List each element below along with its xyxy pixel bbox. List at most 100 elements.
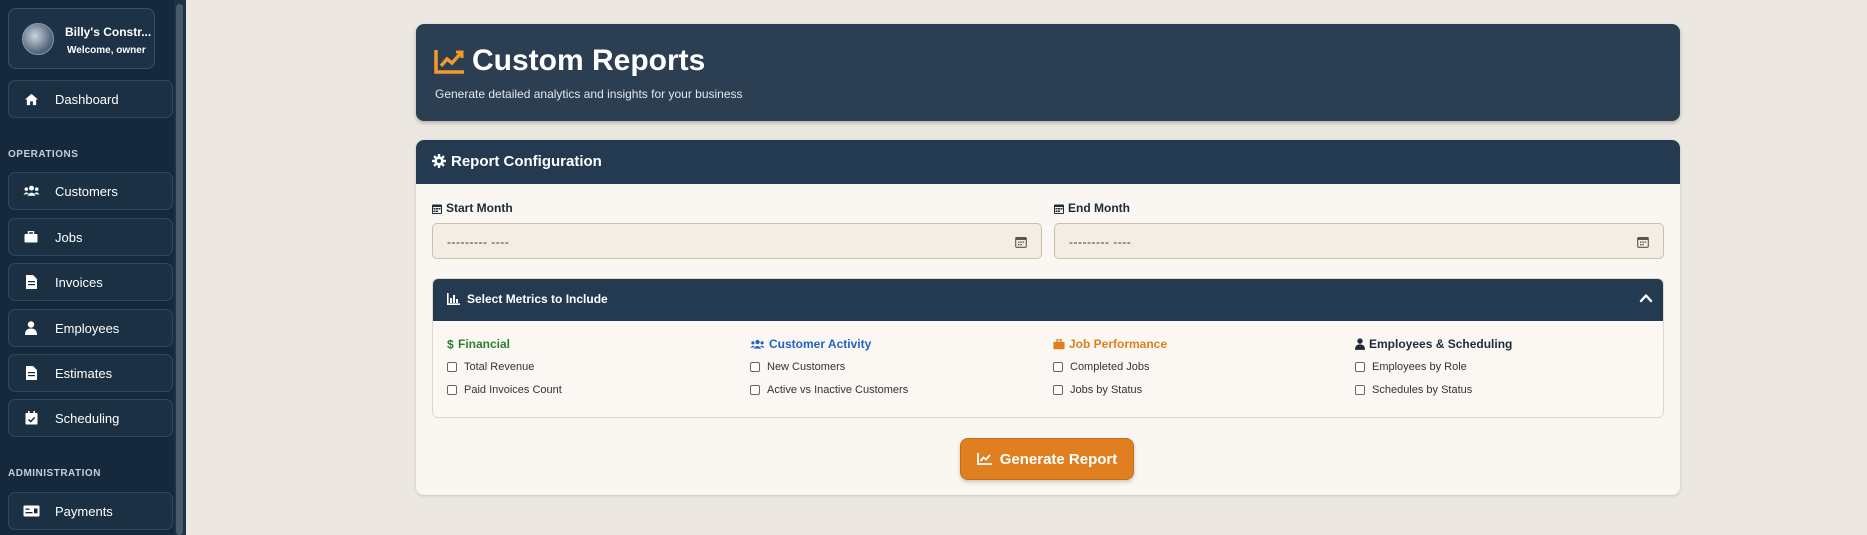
chevron-up-icon[interactable] — [1639, 291, 1653, 310]
metric-option-label: Jobs by Status — [1070, 384, 1143, 396]
metric-option-label: Active vs Inactive Customers — [767, 384, 909, 396]
metric-group-job-performance: Job Performance Completed Jobs Jobs by S… — [1053, 336, 1167, 398]
metric-option-label: Paid Invoices Count — [464, 384, 562, 396]
start-month-label: Start Month — [432, 201, 513, 215]
metric-option-new-customers[interactable]: New Customers — [750, 359, 908, 375]
calendar-icon — [1054, 203, 1064, 214]
home-icon — [21, 93, 41, 106]
metric-group-title-text: Customer Activity — [769, 337, 872, 351]
svg-text:$: $ — [447, 338, 454, 350]
sidebar-item-customers[interactable]: Customers — [8, 172, 173, 210]
start-month-value: --------- ---- — [447, 235, 510, 249]
metric-group-financial: $ Financial Total Revenue Paid Invoices … — [447, 336, 562, 398]
metric-option-completed-jobs[interactable]: Completed Jobs — [1053, 359, 1167, 375]
checkbox[interactable] — [1355, 385, 1365, 395]
metric-option-jobs-by-status[interactable]: Jobs by Status — [1053, 382, 1167, 398]
sidebar-item-label: Payments — [55, 503, 113, 519]
bar-chart-icon — [447, 292, 460, 310]
calendar-check-icon — [21, 411, 41, 425]
metric-option-total-revenue[interactable]: Total Revenue — [447, 359, 562, 375]
metric-option-label: Employees by Role — [1372, 361, 1467, 373]
calendar-icon — [432, 203, 442, 214]
metric-group-employees-scheduling: Employees & Scheduling Employees by Role… — [1355, 336, 1512, 398]
sidebar-item-label: Estimates — [55, 365, 113, 381]
calendar-picker-icon[interactable] — [1015, 235, 1027, 253]
checkbox[interactable] — [1053, 385, 1063, 395]
sidebar-item-label: Invoices — [55, 274, 103, 290]
metric-group-title-text: Job Performance — [1069, 337, 1168, 351]
sidebar-item-label: Dashboard — [55, 91, 119, 107]
user-tie-icon — [1355, 338, 1365, 350]
sidebar-scroll-thumb[interactable] — [176, 4, 183, 535]
sidebar-item-employees[interactable]: Employees — [8, 309, 173, 347]
start-month-input[interactable]: --------- ---- — [432, 223, 1042, 259]
metric-group-title: Employees & Scheduling — [1355, 336, 1512, 352]
line-chart-icon — [976, 453, 992, 465]
end-month-input[interactable]: --------- ---- — [1054, 223, 1664, 259]
metrics-panel-title: Select Metrics to Include — [467, 292, 608, 306]
user-tie-icon — [21, 321, 41, 335]
metric-group-title-text: Employees & Scheduling — [1369, 337, 1513, 351]
generate-report-button[interactable]: Generate Report — [960, 438, 1134, 480]
metric-option-label: Schedules by Status — [1372, 384, 1473, 396]
checkbox[interactable] — [447, 362, 457, 372]
metrics-panel: Select Metrics to Include $ Financial To… — [432, 278, 1664, 418]
start-month-label-text: Start Month — [446, 201, 513, 215]
sidebar-item-label: Scheduling — [55, 410, 120, 426]
metric-group-title: $ Financial — [447, 336, 562, 352]
metric-option-active-vs-inactive[interactable]: Active vs Inactive Customers — [750, 382, 908, 398]
generate-report-label: Generate Report — [999, 450, 1118, 468]
money-check-icon — [21, 505, 41, 517]
metric-option-paid-invoices-count[interactable]: Paid Invoices Count — [447, 382, 562, 398]
section-operations: OPERATIONS — [8, 149, 79, 160]
report-configuration-card: Report Configuration Start Month -------… — [416, 140, 1680, 495]
metric-group-customer-activity: Customer Activity New Customers Active v… — [750, 336, 908, 398]
checkbox[interactable] — [750, 362, 760, 372]
sidebar-item-invoices[interactable]: Invoices — [8, 263, 173, 301]
invoice-icon — [21, 275, 41, 289]
sidebar-item-jobs[interactable]: Jobs — [8, 218, 173, 256]
section-administration: ADMINISTRATION — [8, 468, 101, 479]
page-header: Custom Reports Generate detailed analyti… — [416, 24, 1680, 121]
company-name: Billy's Constr... — [65, 25, 152, 39]
dollar-icon: $ — [447, 338, 454, 350]
sidebar-item-estimates[interactable]: Estimates — [8, 354, 173, 392]
sidebar: Billy's Constr... Welcome, owner Dashboa… — [0, 0, 186, 535]
end-month-label-text: End Month — [1068, 201, 1130, 215]
gear-icon — [432, 154, 446, 173]
checkbox[interactable] — [447, 385, 457, 395]
metric-group-title: Job Performance — [1053, 336, 1167, 352]
metrics-panel-header[interactable]: Select Metrics to Include — [433, 279, 1663, 321]
document-icon — [21, 366, 41, 380]
sidebar-item-label: Employees — [55, 320, 120, 336]
sidebar-item-scheduling[interactable]: Scheduling — [8, 399, 173, 437]
sidebar-item-dashboard[interactable]: Dashboard — [8, 80, 173, 118]
report-configuration-title: Report Configuration — [451, 153, 602, 170]
company-logo — [22, 23, 54, 55]
metric-option-schedules-by-status[interactable]: Schedules by Status — [1355, 382, 1512, 398]
page-subtitle: Generate detailed analytics and insights… — [435, 87, 743, 101]
brand-card[interactable]: Billy's Constr... Welcome, owner — [8, 8, 155, 69]
sidebar-item-label: Jobs — [55, 229, 83, 245]
metric-group-title-text: Financial — [458, 337, 511, 351]
end-month-label: End Month — [1054, 201, 1130, 215]
checkbox[interactable] — [1053, 362, 1063, 372]
end-month-value: --------- ---- — [1069, 235, 1132, 249]
checkbox[interactable] — [1355, 362, 1365, 372]
metric-option-label: Total Revenue — [464, 361, 535, 373]
sidebar-item-payments[interactable]: Payments — [8, 492, 173, 530]
line-chart-icon — [434, 48, 466, 79]
users-icon — [21, 185, 41, 197]
checkbox[interactable] — [750, 385, 760, 395]
calendar-picker-icon[interactable] — [1637, 235, 1649, 253]
metric-option-employees-by-role[interactable]: Employees by Role — [1355, 359, 1512, 375]
sidebar-item-label: Customers — [55, 183, 118, 199]
briefcase-icon — [1053, 338, 1065, 350]
briefcase-icon — [21, 231, 41, 243]
welcome-text: Welcome, owner — [67, 45, 146, 56]
page-title: Custom Reports — [472, 44, 706, 77]
metric-group-title: Customer Activity — [750, 336, 908, 352]
metric-option-label: Completed Jobs — [1070, 361, 1150, 373]
users-icon — [750, 339, 765, 350]
report-configuration-header: Report Configuration — [416, 140, 1680, 184]
